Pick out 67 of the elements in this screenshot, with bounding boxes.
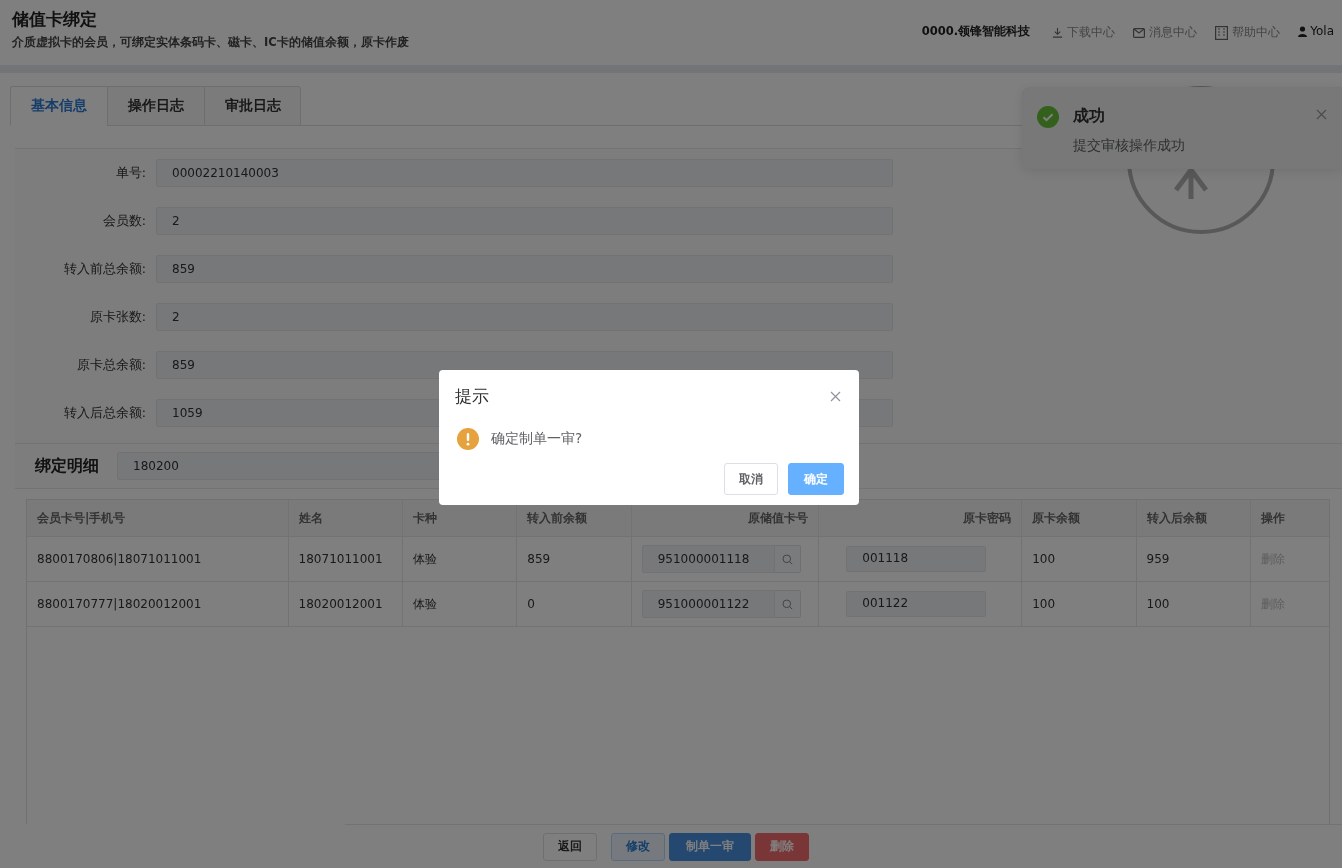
input-field[interactable]: 2 [156, 303, 893, 331]
footer-button[interactable]: 修改 [611, 832, 665, 861]
password-field[interactable]: 001122 [846, 591, 987, 617]
column-header: 姓名 [298, 509, 323, 527]
card-number-field[interactable]: 951000001118 [641, 545, 775, 573]
input-field[interactable]: 2 [156, 207, 893, 235]
footer-button[interactable]: 返回 [543, 832, 597, 861]
header-link[interactable]: Yola [1298, 24, 1334, 38]
field-label: 转入后总余额: [62, 404, 147, 422]
table-cell: 8800170806|18071011001 [37, 552, 202, 566]
warning-icon [457, 428, 479, 450]
tab[interactable]: 审批日志 [204, 86, 301, 126]
field-label: 原卡总余额: [75, 356, 147, 374]
mail-icon [1133, 27, 1146, 38]
company-name: 0000.领锋智能科技 [921, 24, 1031, 39]
dialog-button[interactable]: 取消 [724, 463, 778, 495]
toast-title: 成功 [1073, 106, 1106, 127]
table-cell: 959 [1146, 552, 1170, 566]
card-number-field[interactable]: 951000001122 [641, 590, 775, 618]
table-cell: 体验 [412, 595, 437, 613]
input-field[interactable]: 859 [156, 255, 893, 283]
close-icon[interactable] [1316, 109, 1327, 120]
column-header: 原卡密码 [963, 509, 1012, 527]
table-cell: 859 [527, 552, 551, 566]
close-icon[interactable] [830, 391, 841, 402]
dialog-title: 提示 [455, 385, 489, 408]
toast-message: 提交审核操作成功 [1073, 137, 1186, 155]
field-label: 原卡张数: [88, 308, 147, 326]
field-label: 会员数: [101, 212, 147, 230]
tab[interactable]: 基本信息 [10, 86, 107, 126]
footer-button[interactable]: 制单一审 [669, 832, 751, 861]
section-title: 绑定明细 [35, 455, 99, 477]
table-cell: 体验 [412, 550, 437, 568]
table-cell: 100 [1146, 597, 1170, 611]
search-button[interactable] [774, 545, 801, 573]
tab[interactable]: 操作日志 [107, 86, 204, 126]
table-cell: 18071011001 [298, 552, 383, 566]
column-header: 操作 [1260, 509, 1285, 527]
table-cell: 18020012001 [298, 597, 383, 611]
success-icon [1037, 106, 1059, 128]
search-button[interactable] [774, 590, 801, 618]
table-cell: 0 [527, 597, 535, 611]
search-icon [781, 553, 793, 565]
column-header: 转入后余额 [1146, 509, 1207, 527]
table-cell: 100 [1032, 597, 1056, 611]
download-icon [1052, 27, 1064, 38]
page-title: 储值卡绑定 [12, 8, 98, 31]
footer-button[interactable]: 删除 [755, 832, 809, 861]
field-label: 转入前总余额: [62, 260, 147, 278]
page-subtitle: 介质虚拟卡的会员，可绑定实体条码卡、磁卡、IC卡的储值余额，原卡作废 [12, 35, 409, 50]
input-field[interactable]: 00002210140003 [156, 159, 893, 187]
column-header: 原储值卡号 [748, 509, 809, 527]
password-field[interactable]: 001118 [846, 546, 987, 572]
dialog-message: 确定制单一审? [491, 430, 583, 448]
user-icon [1298, 25, 1308, 37]
table-cell: 100 [1032, 552, 1056, 566]
column-header: 原卡余额 [1032, 509, 1081, 527]
column-header: 会员卡号|手机号 [37, 509, 126, 527]
dialog-button[interactable]: 确定 [788, 463, 844, 495]
book-icon [1215, 25, 1229, 40]
field-label: 单号: [114, 164, 147, 182]
search-icon [781, 598, 793, 610]
header-link[interactable]: 帮助中心 [1215, 24, 1281, 41]
column-header: 转入前余额 [527, 509, 588, 527]
header-link[interactable]: 下载中心 [1052, 24, 1116, 41]
column-header: 卡种 [412, 509, 437, 527]
table-cell: 8800170777|18020012001 [37, 597, 202, 611]
